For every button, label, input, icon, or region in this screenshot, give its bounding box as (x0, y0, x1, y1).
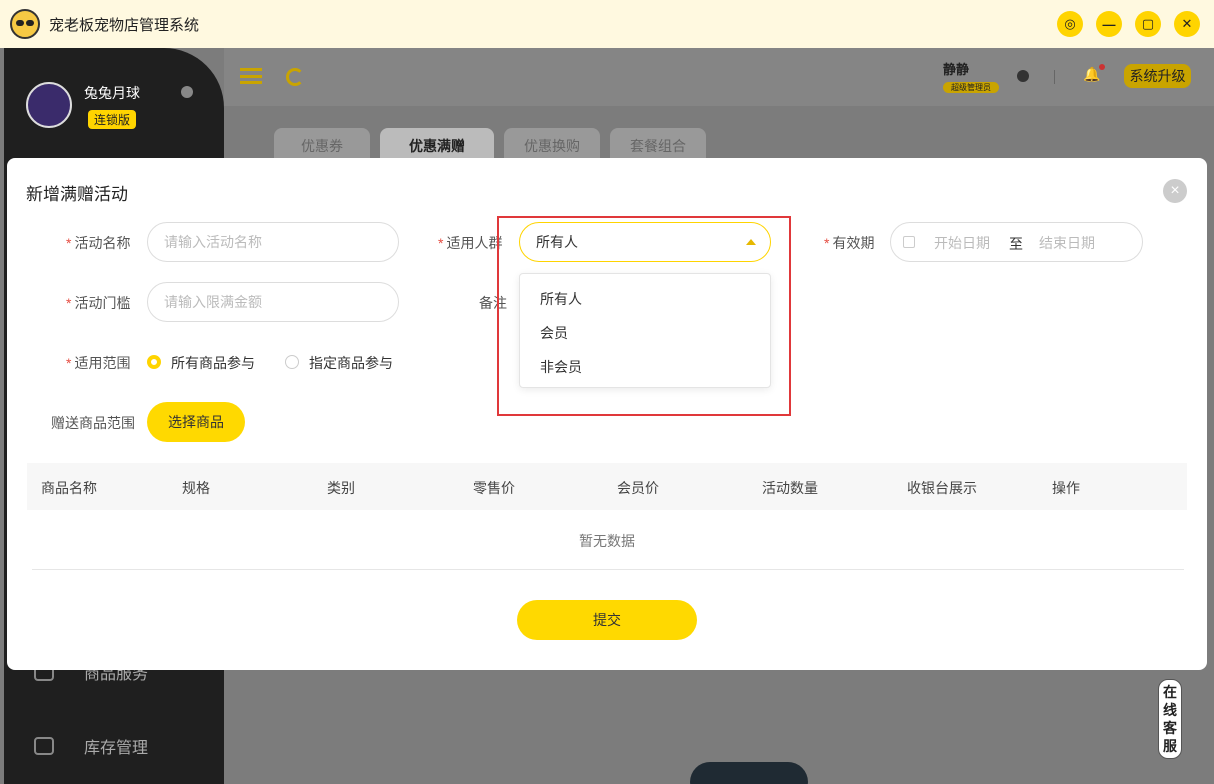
products-table-header: 商品名称 规格 类别 零售价 会员价 活动数量 收银台展示 操作 (27, 463, 1187, 510)
close-icon[interactable]: × (1163, 179, 1187, 203)
gift-scope-label: 赠送商品范围 (51, 415, 135, 431)
activity-name-label: * 活动名称 (66, 235, 131, 251)
column-header: 收银台展示 (907, 480, 977, 496)
edition-badge: 连锁版 (88, 110, 137, 129)
start-date-input[interactable]: 开始日期 (934, 233, 990, 253)
user-role-badge: 超级管理员 (943, 82, 999, 93)
tab-exchange[interactable]: 优惠换购 (504, 128, 600, 158)
column-header: 类别 (327, 480, 355, 496)
column-header: 活动数量 (762, 480, 818, 496)
column-header: 会员价 (617, 480, 659, 496)
top-bar (224, 48, 1214, 106)
service-char: 在 (1163, 684, 1177, 700)
service-char: 客 (1163, 720, 1177, 736)
validity-label: * 有效期 (824, 235, 875, 251)
app-title: 宠老板宠物店管理系统 (49, 16, 200, 34)
inventory-icon (34, 737, 54, 755)
column-header: 商品名称 (41, 480, 97, 496)
sidebar-item-label: 库存管理 (84, 740, 149, 757)
close-button[interactable]: ✕ (1174, 11, 1200, 37)
sidebar-item-inventory[interactable]: 库存管理 (34, 734, 148, 758)
scope-all-radio[interactable] (147, 355, 161, 369)
table-empty-text: 暂无数据 (579, 533, 635, 549)
user-name: 静静 (943, 62, 970, 77)
calendar-icon (903, 236, 915, 248)
threshold-label: * 活动门槛 (66, 295, 131, 311)
app-logo-icon (10, 9, 40, 39)
end-date-input[interactable]: 结束日期 (1039, 233, 1095, 253)
activity-name-input[interactable]: 请输入活动名称 (147, 222, 399, 262)
service-char: 服 (1163, 738, 1177, 754)
store-name: 兔兔月球 (84, 85, 140, 101)
divider (1054, 70, 1055, 84)
refresh-icon[interactable] (286, 68, 304, 86)
table-divider (32, 569, 1184, 570)
validity-date-range[interactable]: 开始日期 至 结束日期 (890, 222, 1143, 262)
online-service-button[interactable]: 在 线 客 服 (1158, 679, 1182, 759)
bell-icon[interactable]: 🔔 (1083, 66, 1100, 83)
tab-coupon[interactable]: 优惠券 (274, 128, 370, 158)
scope-specified-radio[interactable] (285, 355, 299, 369)
submit-button[interactable]: 提交 (517, 600, 697, 640)
settings-icon[interactable]: ◎ (1057, 11, 1083, 37)
scope-all-label[interactable]: 所有商品参与 (171, 353, 255, 373)
select-products-button[interactable]: 选择商品 (147, 402, 245, 442)
column-header: 规格 (182, 480, 210, 496)
store-avatar (26, 82, 72, 128)
upgrade-button[interactable]: 系统升级 (1124, 64, 1191, 88)
network-speed-widget (690, 762, 808, 784)
user-chevron-down-icon[interactable] (1017, 70, 1029, 82)
chevron-down-icon[interactable] (181, 86, 193, 98)
tab-bundle[interactable]: 套餐组合 (610, 128, 706, 158)
threshold-input[interactable]: 请输入限满金额 (147, 282, 399, 322)
notification-dot (1099, 64, 1105, 70)
highlight-box (497, 216, 791, 416)
modal-title: 新增满赠活动 (26, 185, 128, 204)
menu-icon[interactable] (240, 68, 262, 84)
window-controls: ◎ — ▢ ✕ (1057, 11, 1200, 37)
scope-label: * 适用范围 (66, 355, 131, 371)
column-header: 零售价 (473, 480, 515, 496)
tab-full-gift[interactable]: 优惠满赠 (380, 128, 494, 158)
service-char: 线 (1163, 702, 1177, 718)
maximize-button[interactable]: ▢ (1135, 11, 1161, 37)
title-bar: 宠老板宠物店管理系统 ◎ — ▢ ✕ (0, 0, 1214, 48)
scope-specified-label[interactable]: 指定商品参与 (309, 353, 393, 373)
minimize-button[interactable]: — (1096, 11, 1122, 37)
date-separator: 至 (1009, 236, 1023, 252)
audience-label: * 适用人群 (438, 235, 503, 251)
column-header: 操作 (1052, 480, 1080, 496)
promotion-tabs: 优惠券 优惠满赠 优惠换购 套餐组合 (274, 128, 706, 158)
